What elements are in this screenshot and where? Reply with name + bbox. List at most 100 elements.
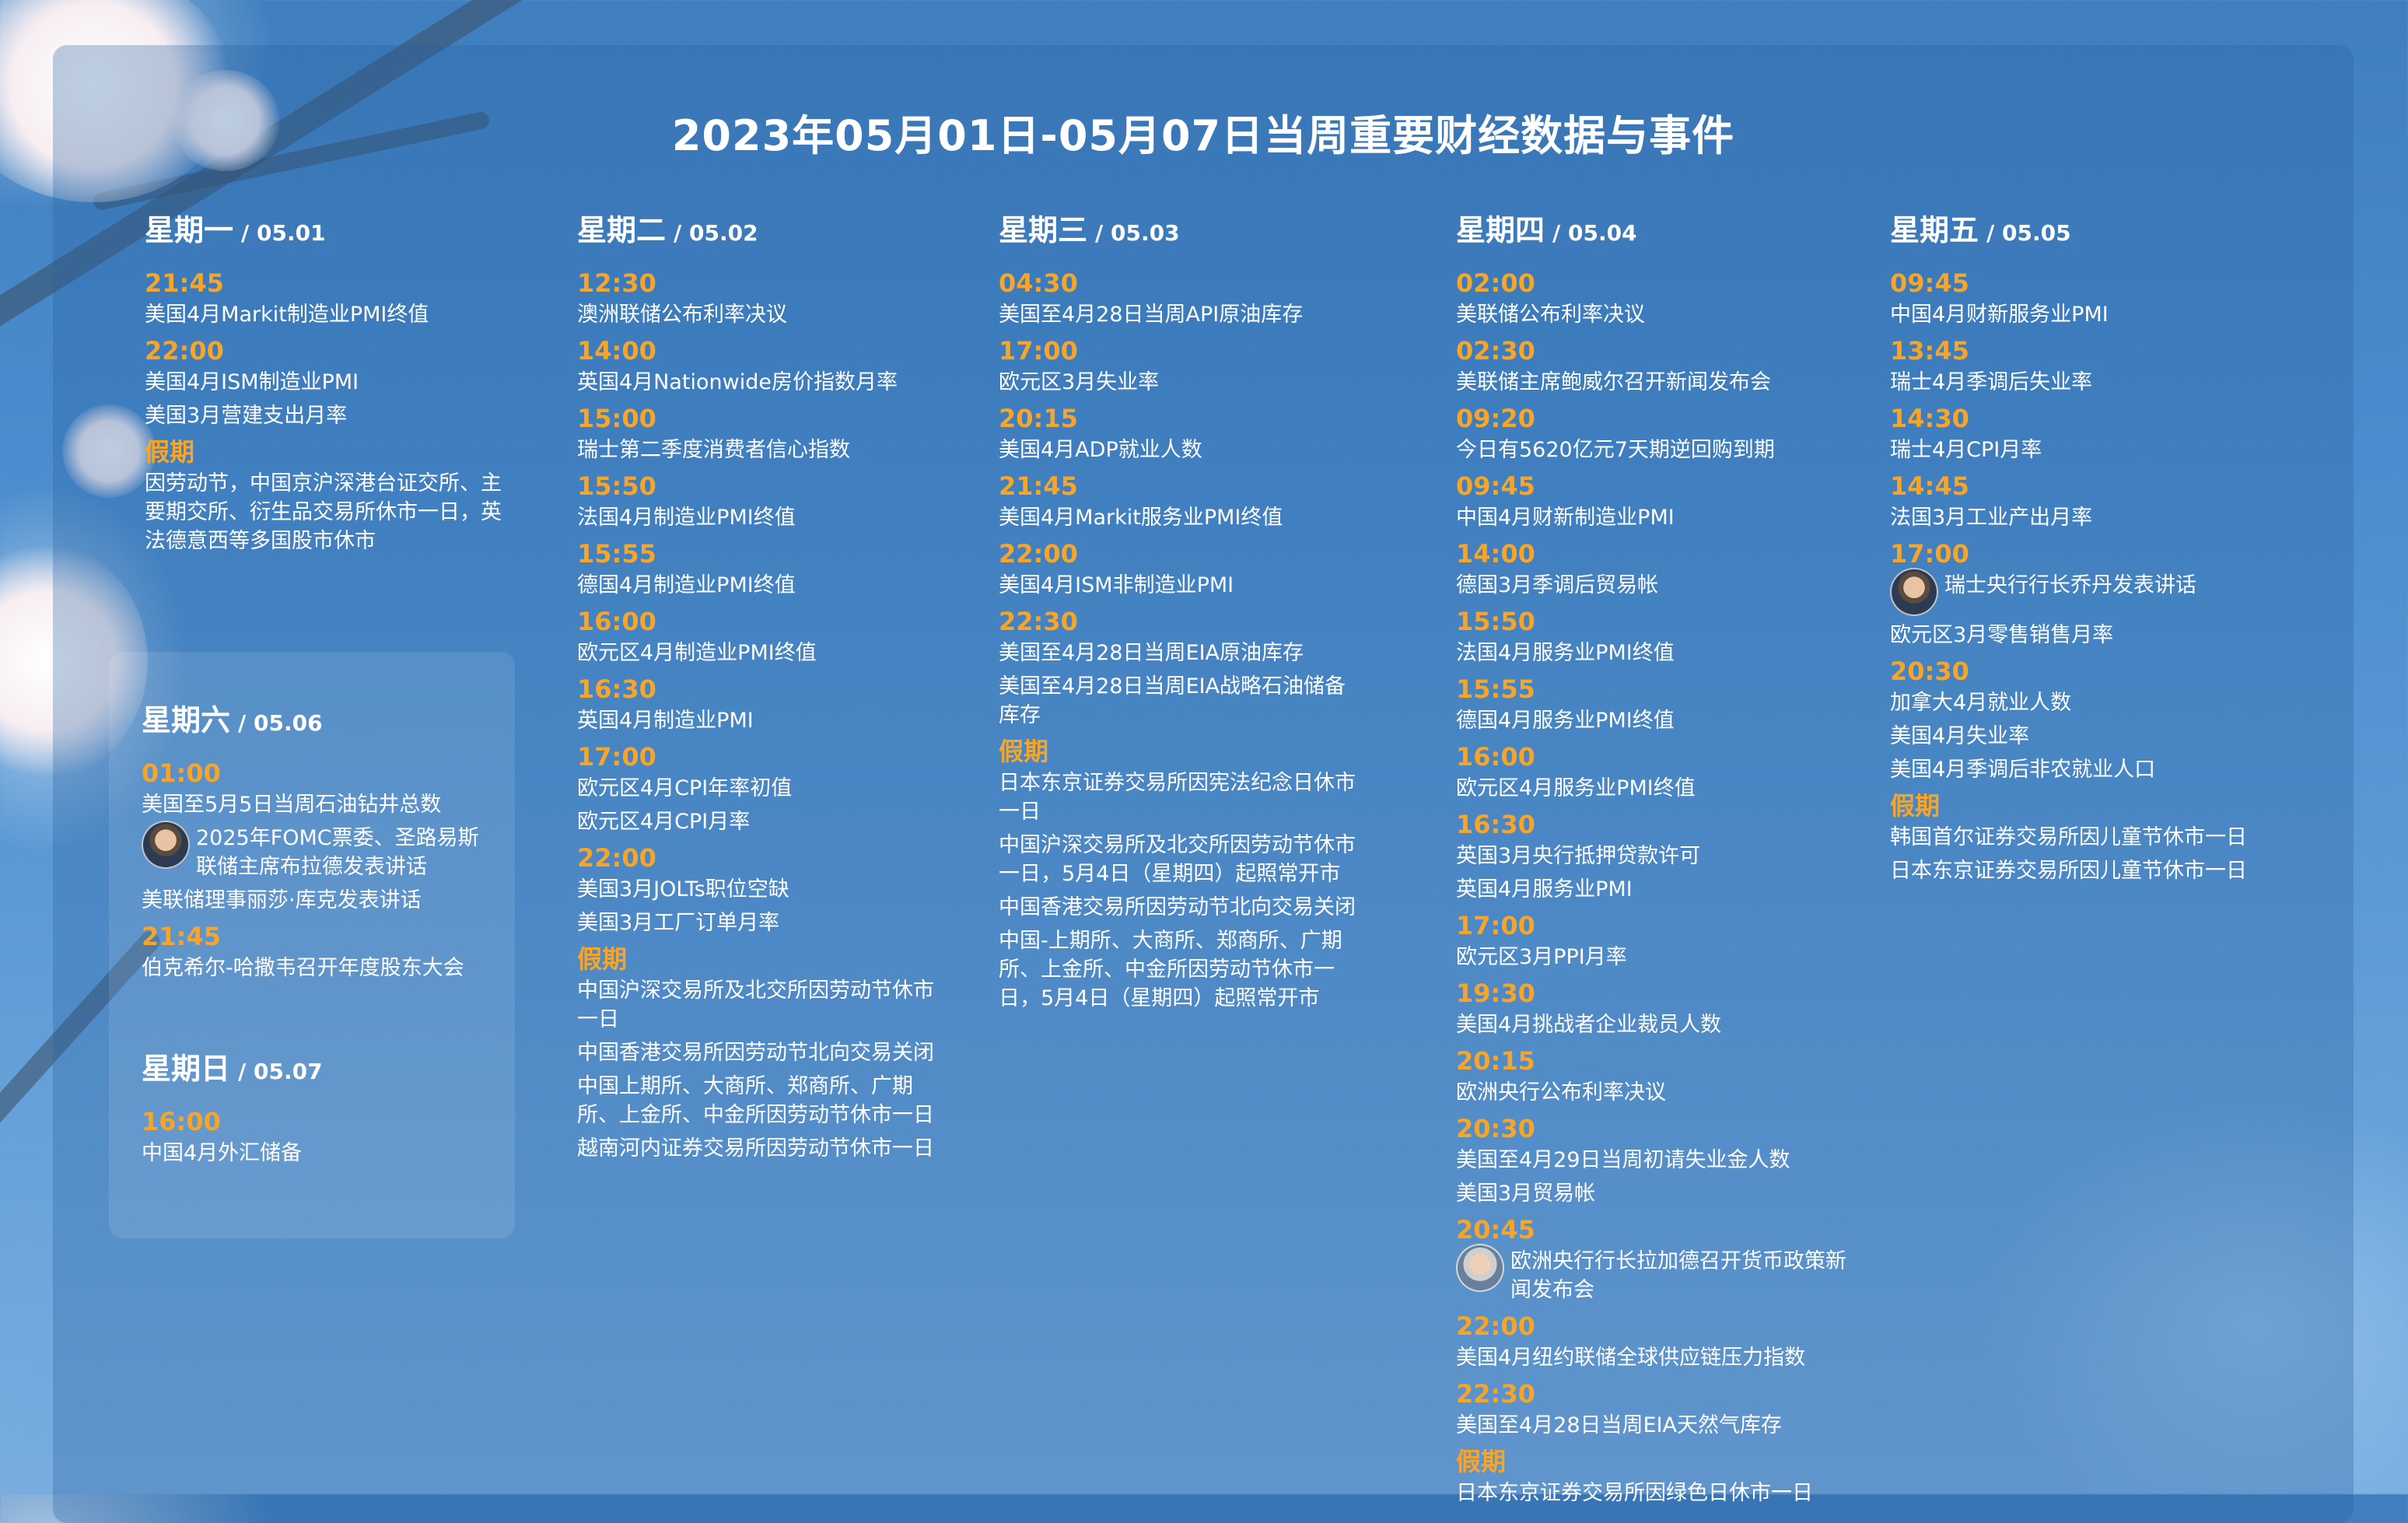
event-time: 16:00	[142, 1107, 221, 1136]
event-time: 14:00	[1456, 539, 1535, 569]
day-name: 星期一	[145, 213, 234, 247]
event-item: 中国香港交易所因劳动节北向交易关闭	[577, 1041, 934, 1065]
event-time: 16:00	[577, 607, 656, 636]
event-item: 美国至4月28日当周EIA原油库存	[999, 641, 1304, 665]
event-item: 欧元区4月CPI年率初值	[577, 776, 793, 800]
event-item: 美国3月营建支出月率	[145, 404, 348, 428]
event-time: 20:15	[999, 404, 1078, 433]
event-time: 22:00	[999, 539, 1078, 569]
event-time: 14:45	[1890, 471, 1969, 501]
event-item: 欧洲央行公布利率决议	[1456, 1080, 1666, 1105]
event-time: 04:30	[999, 268, 1078, 298]
event-item: 欧元区4月服务业PMI终值	[1456, 776, 1696, 800]
day-date: / 05.02	[674, 220, 758, 246]
event-item: 美国至5月5日当周石油钻井总数	[142, 793, 442, 817]
event-time: 19:30	[1456, 979, 1535, 1008]
event-item: 欧元区4月CPI月率	[577, 810, 751, 834]
event-time: 15:00	[577, 404, 656, 433]
event-time: 17:00	[1456, 911, 1535, 940]
event-time: 15:55	[1456, 674, 1535, 704]
event-item: 英国4月服务业PMI	[1456, 877, 1633, 902]
event-item: 中国香港交易所因劳动节北向交易关闭	[999, 895, 1356, 919]
event-item: 中国4月财新服务业PMI	[1890, 303, 2109, 327]
event-time: 21:45	[145, 268, 224, 298]
day-header: 星期二 / 05.02	[577, 208, 943, 252]
event-item: 瑞士4月季调后失业率	[1890, 370, 2093, 394]
event-item: 美国4月ISM制造业PMI	[145, 370, 359, 394]
event-time: 16:00	[1456, 742, 1535, 772]
event-time: 15:55	[577, 539, 656, 569]
holiday-heading: 假期	[1890, 791, 1941, 821]
event-item: 美国4月Markit制造业PMI终值	[145, 303, 429, 327]
event-time: 02:00	[1456, 268, 1535, 298]
event-time: 14:30	[1890, 404, 1969, 433]
event-item: 伯克希尔-哈撒韦召开年度股东大会	[142, 956, 464, 980]
event-time: 17:00	[577, 742, 656, 772]
event-time: 21:45	[999, 471, 1078, 501]
speaker-avatar	[142, 821, 190, 869]
event-item: 瑞士央行行长乔丹发表讲话	[1890, 568, 2256, 616]
event-item: 瑞士4月CPI月率	[1890, 438, 2042, 462]
holiday-heading: 假期	[999, 737, 1049, 766]
day-column-monday: 星期一 / 05.01 21:45 美国4月Markit制造业PMI终值 22:00 美国…	[145, 208, 510, 560]
event-time: 09:20	[1456, 404, 1535, 433]
event-item: 美国4月ADP就业人数	[999, 438, 1202, 462]
event-item: 美国4月纽约联储全球供应链压力指数	[1456, 1346, 1806, 1370]
event-item: 欧洲央行行长拉加德召开货币政策新闻发布会	[1456, 1244, 1853, 1304]
event-time: 14:00	[577, 336, 656, 366]
page-title: 2023年05月01日-05月07日当周重要财经数据与事件	[671, 111, 1735, 160]
event-time: 22:30	[999, 607, 1078, 636]
holiday-heading: 假期	[577, 944, 628, 974]
day-date: / 05.06	[238, 710, 323, 736]
speaker-avatar	[1456, 1244, 1504, 1292]
event-item: 英国4月制造业PMI	[577, 709, 754, 733]
day-header: 星期六 / 05.06	[142, 698, 499, 742]
event-item: 中国4月外汇储备	[142, 1141, 303, 1165]
event-time: 17:00	[1890, 539, 1969, 569]
event-time: 22:00	[145, 336, 224, 366]
event-time: 09:45	[1456, 471, 1535, 501]
event-item: 美国至4月28日当周EIA天然气库存	[1456, 1413, 1783, 1437]
event-time: 20:30	[1890, 656, 1969, 686]
event-item: 美国至4月28日当周API原油库存	[999, 303, 1304, 327]
day-date: / 05.01	[241, 220, 326, 246]
day-date: / 05.05	[1986, 220, 2071, 246]
day-column-friday: 星期五 / 05.05 09:45 中国4月财新服务业PMI 13:45 瑞士4月季调后失…	[1890, 208, 2256, 890]
event-time: 02:30	[1456, 336, 1535, 366]
event-item: 因劳动节，中国京沪深港台证交所、主要期交所、衍生品交易所休市一日，英法德意西等多…	[145, 471, 502, 553]
event-item: 欧元区4月制造业PMI终值	[577, 641, 817, 665]
event-item: 法国3月工业产出月率	[1890, 506, 2093, 530]
day-column-tuesday: 星期二 / 05.02 12:30 澳洲联储公布利率决议 14:00 英国4月Nation…	[577, 208, 943, 1168]
event-item: 美国3月工厂订单月率	[577, 911, 780, 935]
event-item: 美国4月ISM非制造业PMI	[999, 573, 1234, 597]
event-time: 13:45	[1890, 336, 1969, 366]
event-item: 英国3月央行抵押贷款许可	[1456, 844, 1701, 868]
event-item: 美联储公布利率决议	[1456, 303, 1645, 327]
event-item: 日本东京证券交易所因绿色日休市一日	[1456, 1481, 1813, 1505]
day-date: / 05.07	[238, 1059, 323, 1084]
event-item: 中国4月财新制造业PMI	[1456, 506, 1675, 530]
day-name: 星期日	[142, 1052, 231, 1086]
day-date: / 05.04	[1552, 220, 1637, 246]
event-item: 美国至4月28日当周EIA战略石油储备库存	[999, 674, 1346, 727]
day-column-sunday: 星期日 / 05.07 16:00 中国4月外汇储备	[142, 1047, 499, 1172]
event-time: 22:00	[1456, 1311, 1535, 1341]
day-date: / 05.03	[1095, 220, 1180, 246]
event-item: 今日有5620亿元7天期逆回购到期	[1456, 438, 1775, 462]
event-item: 法国4月服务业PMI终值	[1456, 641, 1675, 665]
day-column-thursday: 星期四 / 05.04 02:00 美联储公布利率决议 02:30 美联储主席鲍威尔召开新…	[1456, 208, 1853, 1512]
day-name: 星期二	[577, 213, 667, 247]
event-item: 欧元区3月PPI月率	[1456, 945, 1627, 969]
event-time: 16:30	[577, 674, 656, 704]
event-item: 德国4月制造业PMI终值	[577, 573, 796, 597]
event-item: 美联储理事丽莎·库克发表讲话	[142, 888, 422, 912]
day-header: 星期日 / 05.07	[142, 1047, 499, 1091]
event-time: 17:00	[999, 336, 1078, 366]
holiday-heading: 假期	[145, 437, 195, 467]
day-name: 星期六	[142, 703, 231, 737]
event-item: 中国沪深交易所及北交所因劳动节休市一日，5月4日（星期四）起照常开市	[999, 833, 1356, 886]
event-time: 16:30	[1456, 810, 1535, 839]
speaker-avatar	[1890, 568, 1938, 616]
day-header: 星期五 / 05.05	[1890, 208, 2256, 252]
event-time: 12:30	[577, 268, 656, 298]
